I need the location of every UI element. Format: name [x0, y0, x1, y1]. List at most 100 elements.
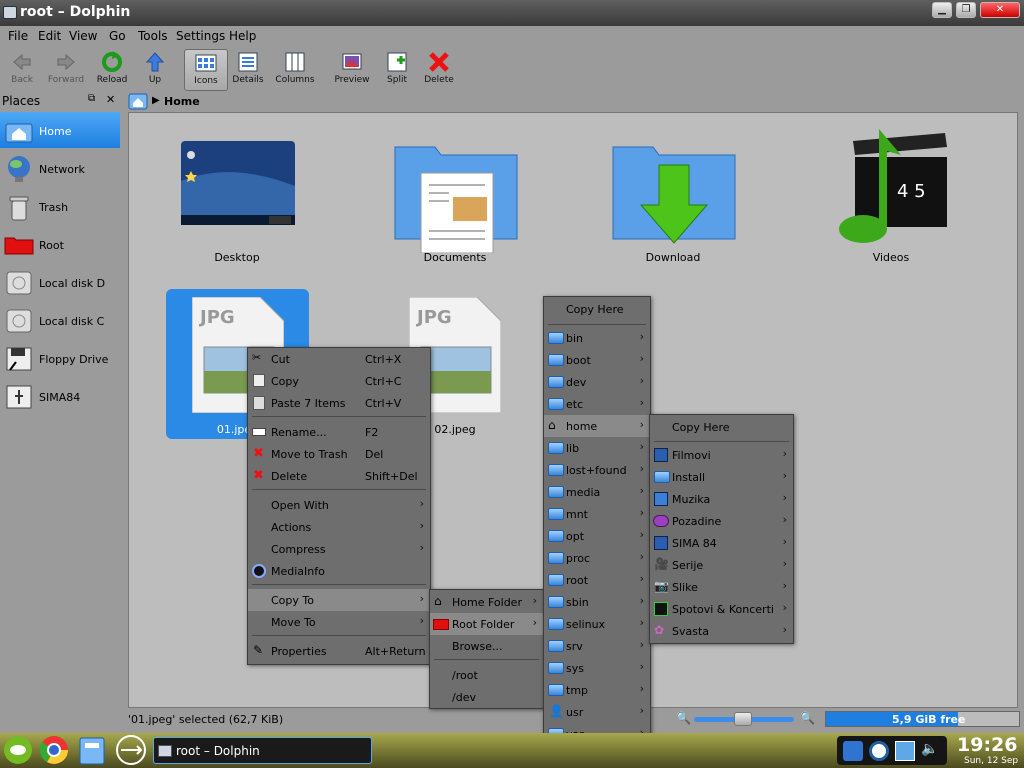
- menu-item-sys[interactable]: sys ›: [544, 657, 650, 679]
- place-network[interactable]: Network: [0, 150, 120, 186]
- icons-view-button[interactable]: Icons: [184, 49, 228, 91]
- clock-time[interactable]: 19:26: [957, 734, 1017, 756]
- back-button[interactable]: Back: [0, 49, 44, 91]
- menu-item-copy-here[interactable]: Copy Here: [650, 416, 793, 438]
- menu-edit[interactable]: Edit: [38, 29, 61, 43]
- minimize-button[interactable]: ▁: [932, 2, 952, 18]
- menu-item-rename[interactable]: Rename... F2: [248, 421, 430, 443]
- menu-item-selinux[interactable]: selinux ›: [544, 613, 650, 635]
- task-button-dolphin[interactable]: root – Dolphin: [153, 737, 372, 764]
- menu-item-mnt[interactable]: mnt ›: [544, 503, 650, 525]
- menu-item-spotovi[interactable]: Spotovi & Koncerti ›: [650, 598, 793, 620]
- menu-item-move-to-trash[interactable]: ✖ Move to Trash Del: [248, 443, 430, 465]
- menu-item-bin[interactable]: bin ›: [544, 327, 650, 349]
- zoom-slider-handle[interactable]: [734, 712, 752, 726]
- menu-item-sima-84[interactable]: SIMA 84 ›: [650, 532, 793, 554]
- menu-item-compress[interactable]: Compress ›: [248, 538, 430, 560]
- menu-item-muzika[interactable]: Muzika ›: [650, 488, 793, 510]
- folder-desktop[interactable]: Desktop: [167, 125, 307, 265]
- folder-videos[interactable]: 4 5 Videos: [821, 125, 961, 265]
- menu-item-root-folder[interactable]: Root Folder ›: [430, 613, 543, 635]
- float-panel-icon[interactable]: ⧉: [88, 93, 95, 104]
- place-trash[interactable]: Trash: [0, 188, 120, 224]
- menu-item-lib[interactable]: lib ›: [544, 437, 650, 459]
- menu-item-serije[interactable]: 🎥 Serije ›: [650, 554, 793, 576]
- menu-item-home[interactable]: ⌂ home ›: [544, 415, 650, 437]
- up-button[interactable]: Up: [133, 49, 177, 91]
- usb-device-icon[interactable]: [113, 735, 149, 766]
- folder-download[interactable]: Download: [603, 125, 743, 265]
- menu-item-srv[interactable]: srv ›: [544, 635, 650, 657]
- menu-item-dev-path[interactable]: /dev: [430, 686, 543, 708]
- window-icon[interactable]: [3, 6, 17, 19]
- menu-item-install[interactable]: Install ›: [650, 466, 793, 488]
- menu-item-home-folder[interactable]: ⌂ Home Folder ›: [430, 591, 543, 613]
- menu-item-svasta[interactable]: ✿ Svasta ›: [650, 620, 793, 642]
- zoom-out-icon[interactable]: 🔍: [676, 711, 691, 725]
- menu-item-dev[interactable]: dev ›: [544, 371, 650, 393]
- menu-item-open-with[interactable]: Open With ›: [248, 494, 430, 516]
- columns-view-button[interactable]: Columns: [273, 49, 317, 91]
- chrome-icon[interactable]: [38, 735, 70, 766]
- menu-item-browse[interactable]: Browse...: [430, 635, 543, 657]
- preview-button[interactable]: Preview: [330, 49, 374, 91]
- menu-go[interactable]: Go: [109, 29, 126, 43]
- place-local-disk-c[interactable]: Local disk C: [0, 302, 120, 338]
- folder-documents[interactable]: Documents: [385, 125, 525, 265]
- menu-item-lost-found[interactable]: lost+found ›: [544, 459, 650, 481]
- menu-item-root-path[interactable]: /root: [430, 664, 543, 686]
- opensuse-menu-icon[interactable]: [2, 735, 34, 766]
- details-view-button[interactable]: Details: [226, 49, 270, 91]
- menu-file[interactable]: File: [8, 29, 28, 43]
- menu-item-root[interactable]: root ›: [544, 569, 650, 591]
- close-button[interactable]: ✕: [980, 2, 1020, 18]
- menu-tools[interactable]: Tools: [138, 29, 168, 43]
- menu-item-slike[interactable]: 📷 Slike ›: [650, 576, 793, 598]
- forward-button[interactable]: Forward: [44, 49, 88, 91]
- maximize-button[interactable]: ❐: [956, 2, 976, 18]
- menu-item-proc[interactable]: proc ›: [544, 547, 650, 569]
- place-sima84[interactable]: SIMA84: [0, 378, 120, 414]
- menu-item-tmp[interactable]: tmp ›: [544, 679, 650, 701]
- menu-settings[interactable]: Settings: [176, 29, 225, 43]
- close-panel-icon[interactable]: ✕: [106, 93, 115, 106]
- split-button[interactable]: Split: [375, 49, 419, 91]
- zoom-in-icon[interactable]: 🔍: [800, 711, 815, 725]
- delete-button[interactable]: Delete: [417, 49, 461, 91]
- menu-item-etc[interactable]: etc ›: [544, 393, 650, 415]
- menu-item-properties[interactable]: ✎ Properties Alt+Return: [248, 640, 430, 662]
- menu-item-boot[interactable]: boot ›: [544, 349, 650, 371]
- cursor-icon[interactable]: [895, 741, 915, 761]
- menu-item-opt[interactable]: opt ›: [544, 525, 650, 547]
- menu-item-pozadine[interactable]: Pozadine ›: [650, 510, 793, 532]
- menu-item-filmovi[interactable]: Filmovi ›: [650, 444, 793, 466]
- headphones-icon[interactable]: [869, 741, 889, 761]
- menu-item-cut[interactable]: ✂ Cut Ctrl+X: [248, 348, 430, 370]
- menu-item-copy[interactable]: Copy Ctrl+C: [248, 370, 430, 392]
- menu-item-sbin[interactable]: sbin ›: [544, 591, 650, 613]
- chevron-right-icon[interactable]: ▶: [152, 95, 160, 106]
- volume-icon[interactable]: 🔈: [921, 741, 938, 757]
- place-local-disk-d[interactable]: Local disk D: [0, 264, 120, 300]
- breadcrumb-current[interactable]: Home: [164, 95, 200, 108]
- menu-item-delete[interactable]: ✖ Delete Shift+Del: [248, 465, 430, 487]
- menu-item-copy-here[interactable]: Copy Here: [544, 297, 650, 319]
- place-root[interactable]: Root: [0, 226, 120, 262]
- title-bar[interactable]: root – Dolphin ▁ ❐ ✕: [0, 0, 1024, 26]
- place-floppy-drive[interactable]: Floppy Drive: [0, 340, 120, 376]
- menu-item-actions[interactable]: Actions ›: [248, 516, 430, 538]
- place-home[interactable]: Home: [0, 112, 120, 148]
- menu-item-move-to[interactable]: Move To ›: [248, 611, 430, 633]
- menu-item-paste[interactable]: Paste 7 Items Ctrl+V: [248, 392, 430, 414]
- home-icon[interactable]: [128, 93, 148, 110]
- menu-item-media[interactable]: media ›: [544, 481, 650, 503]
- menu-item-copy-to[interactable]: Copy To ›: [248, 589, 430, 611]
- place-label: Local disk C: [39, 315, 105, 328]
- file-manager-icon[interactable]: [77, 735, 107, 766]
- menu-item-mediainfo[interactable]: MediaInfo: [248, 560, 430, 582]
- menu-item-usr[interactable]: 👤 usr ›: [544, 701, 650, 723]
- update-icon[interactable]: [843, 741, 863, 761]
- menu-view[interactable]: View: [69, 29, 97, 43]
- reload-button[interactable]: Reload: [90, 49, 134, 91]
- menu-help[interactable]: Help: [229, 29, 256, 43]
